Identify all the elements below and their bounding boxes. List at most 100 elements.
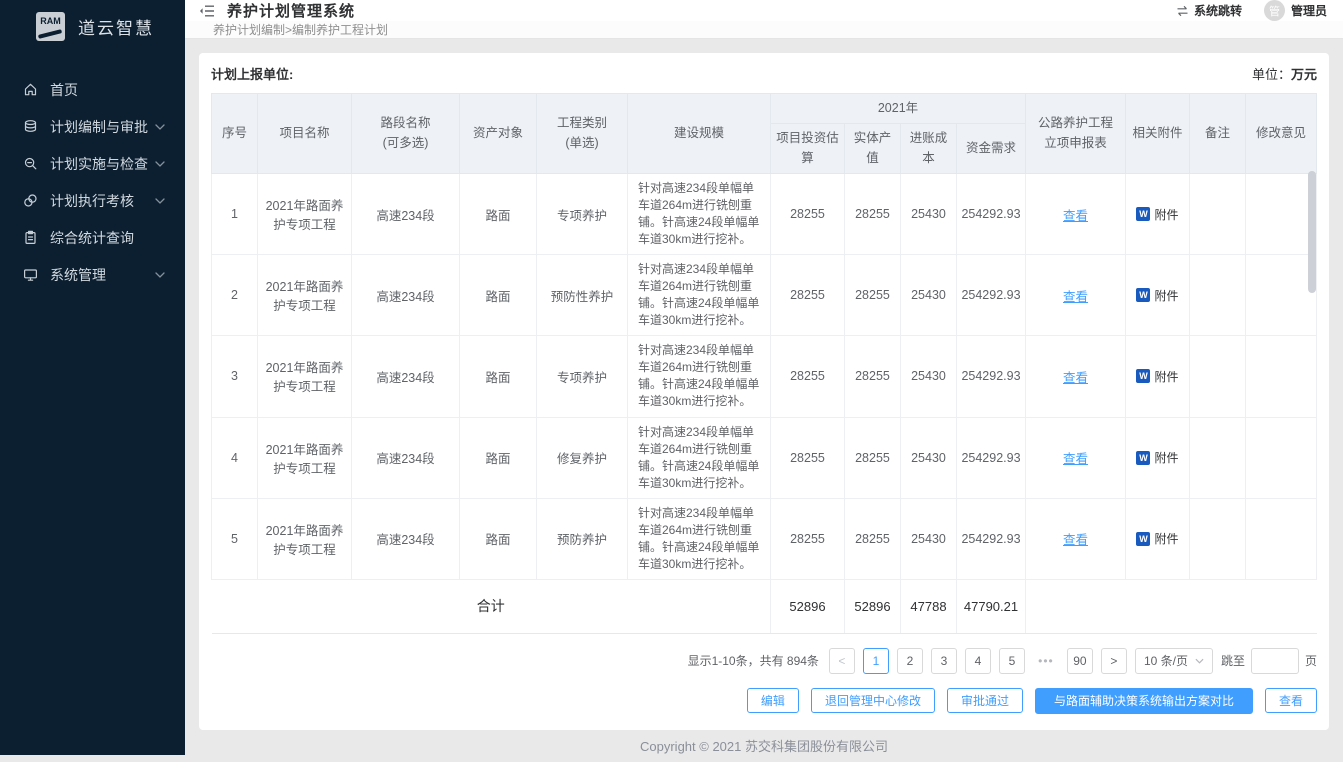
attachment-link[interactable]: W附件 — [1136, 530, 1178, 547]
pager-page-button[interactable]: 4 — [965, 648, 991, 674]
pager-next-button[interactable]: > — [1101, 648, 1127, 674]
cell-asset: 路面 — [460, 174, 537, 255]
attachment-label: 附件 — [1154, 287, 1178, 304]
cell-scale: 针对高速234段单幅单车道264m进行铣刨重铺。针高速24段单幅单车道30km进… — [628, 336, 771, 417]
cell-worktype: 专项养护 — [537, 174, 628, 255]
word-file-icon: W — [1136, 369, 1150, 383]
pagination: 显示1-10条，共有 894条 < 12345 ••• 90 > 10 条/页 跳至… — [211, 648, 1317, 674]
cell-seq: 5 — [212, 498, 258, 579]
total-label: 合计 — [212, 579, 771, 633]
view-report-link[interactable]: 查看 — [1063, 533, 1088, 547]
breadcrumb: 养护计划编制>编制养护工程计划 — [213, 21, 388, 38]
attachment-label: 附件 — [1154, 206, 1178, 223]
pager-page-button[interactable]: 90 — [1067, 648, 1093, 674]
sidebar-item-system-manage[interactable]: 系统管理 — [0, 256, 185, 293]
unit-value: 万元 — [1291, 67, 1317, 82]
col-project: 项目名称 — [258, 94, 352, 174]
swap-arrows-icon — [1176, 5, 1189, 17]
cell-remark — [1190, 174, 1246, 255]
menu-fold-icon[interactable] — [199, 4, 215, 18]
plan-inspect-icon — [22, 156, 39, 172]
cell-opinion — [1246, 174, 1317, 255]
table-header: 序号 项目名称 路段名称 (可多选) 资产对象 工程类别 (单选) 建设规模 2… — [212, 94, 1317, 174]
cell-entity-output: 28255 — [845, 498, 901, 579]
cell-seq: 4 — [212, 417, 258, 498]
view-button[interactable]: 查看 — [1265, 688, 1317, 713]
plan-assess-icon — [22, 193, 39, 209]
cell-attachment: W附件 — [1126, 255, 1190, 336]
cell-seq: 2 — [212, 255, 258, 336]
cell-attachment: W附件 — [1126, 498, 1190, 579]
topbar-right: 系统跳转 管 管理员 — [1176, 0, 1327, 21]
attachment-link[interactable]: W附件 — [1136, 449, 1178, 466]
table-row: 22021年路面养护专项工程高速234段路面预防性养护针对高速234段单幅单车道… — [212, 255, 1317, 336]
view-report-link[interactable]: 查看 — [1063, 209, 1088, 223]
sidebar-item-plan-assess[interactable]: 计划执行考核 — [0, 182, 185, 219]
cell-worktype: 预防性养护 — [537, 255, 628, 336]
cell-opinion — [1246, 417, 1317, 498]
col-road: 路段名称 (可多选) — [352, 94, 460, 174]
cell-fund-demand: 254292.93 — [957, 255, 1026, 336]
jump-page-input[interactable] — [1251, 648, 1299, 674]
table-row: 42021年路面养护专项工程高速234段路面修复养护针对高速234段单幅单车道2… — [212, 417, 1317, 498]
sidebar-item-stats-query[interactable]: 综合统计查询 — [0, 219, 185, 256]
chevron-down-icon — [155, 124, 165, 130]
chevron-down-icon — [155, 198, 165, 204]
jump-box: 跳至 页 — [1221, 648, 1317, 674]
user-menu[interactable]: 管 管理员 — [1264, 0, 1327, 21]
cell-entity-output: 28255 — [845, 174, 901, 255]
pager-page-button[interactable]: 5 — [999, 648, 1025, 674]
compare-output-button[interactable]: 与路面辅助决策系统输出方案对比 — [1035, 688, 1253, 714]
sidebar-item-plan-approval[interactable]: 计划编制与审批 — [0, 108, 185, 145]
cell-project: 2021年路面养护专项工程 — [258, 174, 352, 255]
pager-page-button[interactable]: 1 — [863, 648, 889, 674]
jump-unit: 页 — [1305, 652, 1317, 669]
chevron-down-icon — [155, 272, 165, 278]
pagination-info: 显示1-10条，共有 894条 — [688, 652, 819, 669]
view-report-link[interactable]: 查看 — [1063, 290, 1088, 304]
total-invest-estimate: 52896 — [771, 579, 845, 633]
report-unit-label: 计划上报单位: — [211, 64, 293, 83]
logo: RAM 道云智慧 — [0, 0, 185, 63]
cell-invest-estimate: 28255 — [771, 174, 845, 255]
system-manage-icon — [22, 267, 39, 283]
system-jump-link[interactable]: 系统跳转 — [1176, 2, 1242, 19]
attachment-link[interactable]: W附件 — [1136, 368, 1178, 385]
attachment-link[interactable]: W附件 — [1136, 287, 1178, 304]
cell-project: 2021年路面养护专项工程 — [258, 255, 352, 336]
cell-seq: 1 — [212, 174, 258, 255]
word-file-icon: W — [1136, 451, 1150, 465]
cell-opinion — [1246, 336, 1317, 417]
cell-booked-cost: 25430 — [901, 255, 957, 336]
cell-entity-output: 28255 — [845, 336, 901, 417]
table-footer: 合计 52896 52896 47788 47790.21 — [212, 579, 1317, 633]
cell-road: 高速234段 — [352, 417, 460, 498]
cell-fund-demand: 254292.93 — [957, 498, 1026, 579]
user-name: 管理员 — [1291, 2, 1327, 19]
view-report-link[interactable]: 查看 — [1063, 371, 1088, 385]
pager-page-button[interactable]: 3 — [931, 648, 957, 674]
logo-text: 道云智慧 — [78, 14, 154, 39]
plan-table: 序号 项目名称 路段名称 (可多选) 资产对象 工程类别 (单选) 建设规模 2… — [211, 93, 1317, 634]
sidebar-item-home[interactable]: 首页 — [0, 71, 185, 108]
cell-fund-demand: 254292.93 — [957, 174, 1026, 255]
cell-opinion — [1246, 498, 1317, 579]
cell-worktype: 预防养护 — [537, 498, 628, 579]
pager-page-button[interactable]: 2 — [897, 648, 923, 674]
total-booked-cost: 47788 — [901, 579, 957, 633]
col-booked-cost: 进账成本 — [901, 124, 957, 174]
view-report-link[interactable]: 查看 — [1063, 452, 1088, 466]
pager-prev-button[interactable]: < — [829, 648, 855, 674]
edit-button[interactable]: 编辑 — [747, 688, 799, 713]
return-modify-button[interactable]: 退回管理中心修改 — [811, 688, 935, 713]
plan-card: 计划上报单位: 单位：万元 — [199, 53, 1329, 730]
cell-remark — [1190, 417, 1246, 498]
total-fund-demand: 47790.21 — [957, 579, 1026, 633]
sidebar-item-plan-inspect[interactable]: 计划实施与检查 — [0, 145, 185, 182]
approve-button[interactable]: 审批通过 — [947, 688, 1023, 713]
attachment-link[interactable]: W附件 — [1136, 206, 1178, 223]
per-page-select[interactable]: 10 条/页 — [1135, 648, 1213, 674]
pager-more-button[interactable]: ••• — [1033, 648, 1059, 674]
table-scrollbar[interactable] — [1308, 171, 1316, 293]
action-buttons: 编辑退回管理中心修改审批通过与路面辅助决策系统输出方案对比查看 — [211, 688, 1317, 714]
